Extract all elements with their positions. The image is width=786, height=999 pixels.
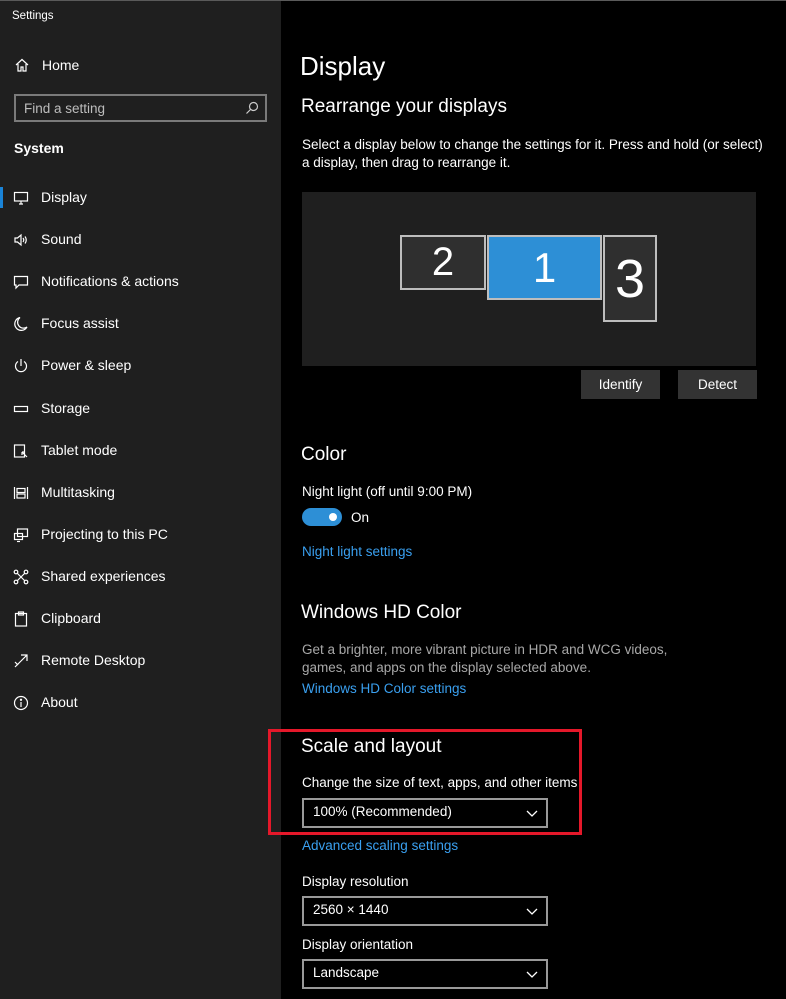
sidebar-item-label: Remote Desktop [41, 652, 146, 668]
orientation-label: Display orientation [302, 937, 414, 952]
projecting-icon [13, 527, 29, 543]
shared-icon [13, 569, 29, 585]
sidebar-item-clipboard[interactable]: Clipboard [0, 601, 281, 637]
main-content: Display Rearrange your displays Select a… [281, 1, 786, 999]
page-title: Display [300, 51, 386, 81]
sidebar-item-label: Display [41, 189, 87, 205]
moon-icon [13, 316, 29, 332]
hd-color-settings-link[interactable]: Windows HD Color settings [302, 681, 466, 696]
sidebar-item-label: Shared experiences [41, 568, 166, 584]
highlight-annotation-box [268, 729, 582, 835]
sidebar-item-remote-desktop[interactable]: Remote Desktop [0, 643, 281, 679]
sidebar-item-sound[interactable]: Sound [0, 222, 281, 258]
sidebar-item-label: Clipboard [41, 610, 101, 626]
sidebar-item-display[interactable]: Display [0, 180, 281, 216]
info-icon [13, 695, 29, 711]
multitasking-icon [13, 485, 29, 501]
sidebar-item-storage[interactable]: Storage [0, 391, 281, 427]
night-light-settings-link[interactable]: Night light settings [302, 544, 412, 559]
remote-desktop-icon [13, 653, 29, 669]
search-icon[interactable] [245, 101, 259, 115]
app-title: Settings [12, 10, 54, 22]
storage-icon [13, 401, 29, 417]
monitor-icon [13, 190, 29, 206]
monitor-2[interactable]: 2 [400, 235, 486, 290]
sidebar-item-label: Projecting to this PC [41, 526, 168, 542]
home-icon [14, 57, 30, 73]
resolution-label: Display resolution [302, 874, 409, 889]
sidebar-item-power-sleep[interactable]: Power & sleep [0, 348, 281, 384]
display-arrangement-area[interactable]: 2 1 3 [302, 192, 756, 366]
sidebar-item-label: Notifications & actions [41, 273, 179, 289]
tablet-icon [13, 443, 29, 459]
sidebar-home[interactable]: Home [0, 53, 281, 79]
color-heading: Color [301, 444, 347, 465]
sidebar-item-label: About [41, 694, 78, 710]
sidebar-item-multitasking[interactable]: Multitasking [0, 475, 281, 511]
sidebar-item-about[interactable]: About [0, 685, 281, 721]
night-light-label: Night light (off until 9:00 PM) [302, 484, 473, 499]
speaker-icon [13, 232, 29, 248]
hd-color-heading: Windows HD Color [301, 602, 462, 623]
section-label-system: System [14, 140, 64, 156]
resolution-dropdown[interactable]: 2560 × 1440 [302, 896, 548, 926]
advanced-scaling-link[interactable]: Advanced scaling settings [302, 838, 458, 853]
search-box[interactable] [14, 94, 267, 122]
sidebar-home-label: Home [42, 57, 80, 73]
sidebar-item-projecting[interactable]: Projecting to this PC [0, 517, 281, 553]
night-light-toggle[interactable] [302, 508, 342, 526]
sidebar-item-shared-experiences[interactable]: Shared experiences [0, 559, 281, 595]
clipboard-icon [13, 611, 29, 627]
sidebar-item-label: Power & sleep [41, 357, 132, 373]
notification-icon [13, 274, 29, 290]
power-icon [13, 358, 29, 374]
sidebar-item-label: Focus assist [41, 315, 119, 331]
sidebar-item-focus-assist[interactable]: Focus assist [0, 306, 281, 342]
sidebar: Settings Home System Display Sound Notif… [0, 1, 281, 999]
sidebar-item-label: Multitasking [41, 484, 115, 500]
rearrange-heading: Rearrange your displays [301, 96, 507, 117]
sidebar-item-label: Storage [41, 400, 91, 416]
sidebar-item-notifications[interactable]: Notifications & actions [0, 264, 281, 300]
chevron-down-icon [526, 969, 538, 979]
night-light-toggle-state: On [351, 510, 370, 525]
identify-button[interactable]: Identify [581, 370, 660, 399]
hd-color-description: Get a brighter, more vibrant picture in … [302, 642, 668, 675]
orientation-dropdown[interactable]: Landscape [302, 959, 548, 989]
monitor-1[interactable]: 1 [487, 235, 602, 300]
sidebar-item-tablet-mode[interactable]: Tablet mode [0, 433, 281, 469]
rearrange-description: Select a display below to change the set… [302, 137, 763, 170]
detect-button[interactable]: Detect [678, 370, 757, 399]
toggle-knob [329, 513, 337, 521]
sidebar-item-label: Tablet mode [41, 442, 118, 458]
monitor-3[interactable]: 3 [603, 235, 657, 322]
resolution-dropdown-value: 2560 × 1440 [313, 902, 389, 917]
sidebar-item-label: Sound [41, 231, 82, 247]
search-input[interactable] [16, 96, 239, 120]
chevron-down-icon [526, 906, 538, 916]
orientation-dropdown-value: Landscape [313, 965, 380, 980]
